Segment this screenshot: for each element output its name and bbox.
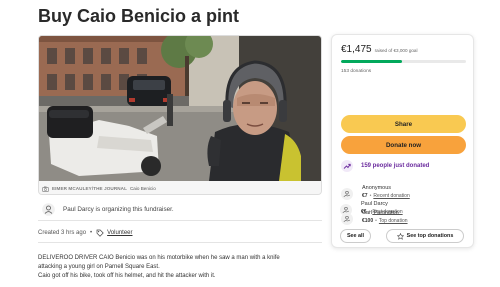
donor-item: Anonymous €7 • Recent donation — [341, 185, 410, 200]
star-icon — [396, 232, 404, 240]
donor-tag[interactable]: Top donation — [379, 218, 408, 224]
donor-avatar — [340, 204, 352, 216]
story-line: DELIVEROO DRIVER CAIO Benicio was on his… — [38, 255, 280, 261]
caption-text: Caio Benicio — [129, 186, 156, 191]
story-line: attacking a young girl on Parnell Square… — [38, 264, 160, 270]
donor-detail: €6 • First donation — [361, 209, 403, 215]
donor-name: Paul Darcy — [361, 201, 388, 207]
trend-text: 159 people just donated — [361, 163, 430, 169]
hero-media[interactable]: EIMER MCAULEY/THE JOURNAL Caio Benicio — [38, 35, 322, 195]
progress-fill — [341, 60, 403, 63]
goal-text: raised of €3,000 goal — [374, 48, 418, 53]
donor-name: Anonymous — [362, 185, 392, 191]
fundraiser-meta: Created 3 hrs ago • Volunteer — [38, 227, 322, 243]
raised-summary: €1,475 raised of €3,000 goal — [341, 44, 418, 55]
category-link[interactable]: Volunteer — [107, 230, 132, 236]
hand-heart-icon — [343, 191, 351, 197]
see-top-donations-label: See top donations — [406, 233, 454, 239]
donor-amount: €100 — [362, 218, 374, 224]
hand-heart-icon — [342, 207, 350, 213]
organizer-row: Paul Darcy is organizing this fundraiser… — [38, 199, 322, 221]
camera-icon — [42, 186, 49, 192]
donor-separator: • — [375, 218, 377, 224]
created-time: Created 3 hrs ago — [38, 230, 87, 236]
page-title: Buy Caio Benicio a pint — [38, 6, 240, 26]
meta-separator: • — [90, 230, 93, 236]
photo-caption: EIMER MCAULEY/THE JOURNAL Caio Benicio — [39, 181, 321, 194]
donations-count: 153 donations — [341, 69, 372, 74]
person-icon — [42, 203, 55, 216]
story-text: DELIVEROO DRIVER CAIO Benicio was on his… — [38, 254, 322, 281]
trend-row: 159 people just donated — [341, 160, 429, 172]
trend-badge — [341, 160, 353, 172]
donor-info: Paul Darcy €6 • First donation — [361, 201, 403, 215]
see-all-button[interactable]: See all — [340, 229, 371, 243]
donor-info: Anonymous €7 • Recent donation — [362, 185, 410, 199]
donor-item: Paul Darcy €6 • First donation — [340, 201, 403, 216]
donor-detail: €7 • Recent donation — [362, 193, 410, 199]
donor-detail: €100 • Top donation — [362, 218, 408, 224]
donor-amount: €6 — [361, 209, 367, 215]
share-button[interactable]: Share — [341, 115, 466, 133]
hand-heart-icon — [343, 216, 351, 222]
donor-tag[interactable]: Recent donation — [373, 193, 409, 199]
organizer-text: Paul Darcy is organizing this fundraiser… — [63, 206, 174, 213]
donor-separator: • — [369, 193, 372, 199]
hero-photo[interactable] — [39, 36, 321, 181]
see-top-donations-button[interactable]: See top donations — [386, 229, 464, 243]
caption-credit: EIMER MCAULEY/THE JOURNAL — [52, 186, 127, 191]
raised-amount: €1,475 — [341, 44, 372, 55]
donor-amount: €7 — [362, 193, 368, 199]
donor-separator: • — [368, 209, 371, 215]
trending-icon — [343, 163, 351, 169]
story-line: Caio got off his bike, took off his helm… — [38, 273, 216, 279]
donor-avatar — [341, 188, 353, 200]
tag-icon — [96, 229, 104, 237]
donate-button[interactable]: Donate now — [341, 136, 466, 154]
progress-bar — [341, 60, 466, 63]
donor-tag[interactable]: First donation — [372, 209, 402, 215]
